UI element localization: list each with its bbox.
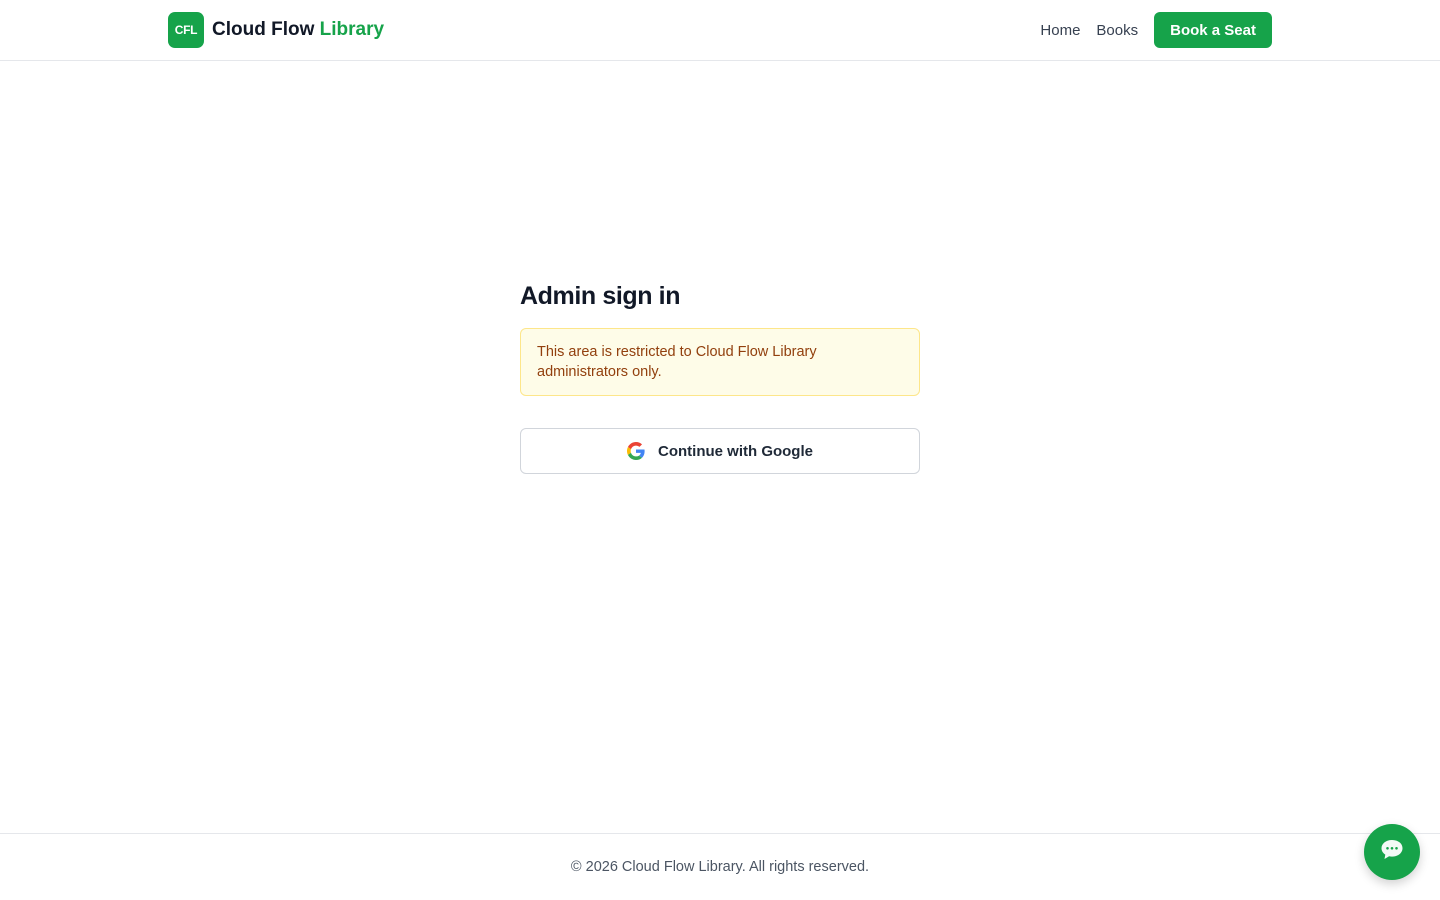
chat-widget-button[interactable] <box>1364 824 1420 880</box>
brand-name-accent: Library <box>319 19 385 40</box>
footer-copyright: © 2026 Cloud Flow Library. All rights re… <box>570 859 870 875</box>
brand-link[interactable]: CFL Cloud Flow Library <box>168 12 384 48</box>
google-icon <box>627 442 645 460</box>
logo-badge: CFL <box>168 12 204 48</box>
continue-with-google-label: Continue with Google <box>658 442 813 460</box>
continue-with-google-button[interactable]: Continue with Google <box>520 428 920 474</box>
page-title: Admin sign in <box>520 282 681 310</box>
site-header: CFL Cloud Flow Library Home Books Book a… <box>0 0 1440 61</box>
main-nav: Home Books Book a Seat <box>1040 12 1272 48</box>
brand-name-primary: Cloud Flow <box>212 19 315 40</box>
nav-link-books[interactable]: Books <box>1096 22 1138 39</box>
restricted-area-notice: This area is restricted to Cloud Flow Li… <box>520 328 920 396</box>
brand-name: Cloud Flow Library <box>212 19 384 41</box>
site-footer: © 2026 Cloud Flow Library. All rights re… <box>0 833 1440 900</box>
nav-link-home[interactable]: Home <box>1040 22 1080 39</box>
admin-sign-in-panel: Admin sign in This area is restricted to… <box>520 280 920 474</box>
book-a-seat-button[interactable]: Book a Seat <box>1154 12 1272 48</box>
chat-bubble-icon <box>1380 839 1404 866</box>
header-container: CFL Cloud Flow Library Home Books Book a… <box>168 12 1272 48</box>
